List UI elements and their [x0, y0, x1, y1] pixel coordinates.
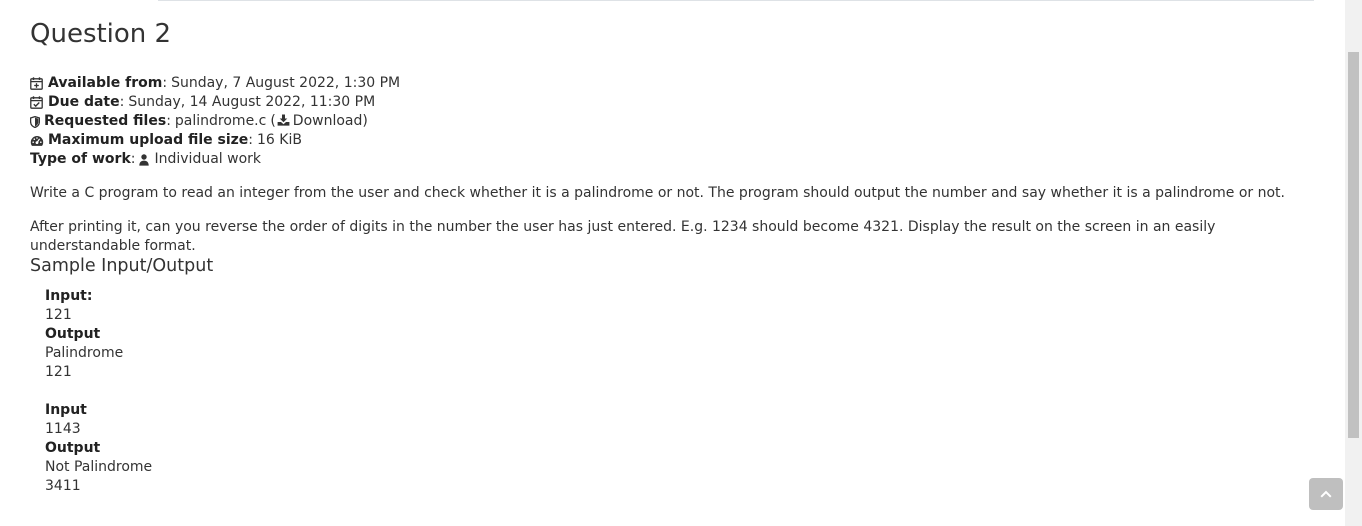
input-value: 1143: [45, 421, 81, 437]
page: Question 2 Available from: Sunday, 7 Aug…: [0, 0, 1362, 526]
tab-strip: [0, 0, 1314, 2]
description-paragraph: Write a C program to read an integer fro…: [30, 185, 1285, 201]
available-from-label: Available from: [48, 75, 163, 91]
calendar-plus-icon: [30, 77, 45, 91]
user-icon: [139, 153, 150, 167]
requested-files-label: Requested files: [44, 113, 167, 129]
available-from-value: Sunday, 7 August 2022, 1:30 PM: [171, 75, 401, 91]
output-line: 3411: [45, 478, 81, 494]
due-date-row: Due date: Sunday, 14 August 2022, 11:30 …: [30, 93, 1314, 112]
max-upload-value: 16 KiB: [257, 132, 302, 148]
calendar-check-icon: [30, 96, 45, 110]
label-colon: :: [130, 151, 136, 167]
type-of-work-value: Individual work: [154, 151, 261, 167]
output-line: 121: [45, 364, 72, 380]
assignment-description: Write a C program to read an integer fro…: [30, 184, 1314, 496]
close-paren: ): [362, 113, 368, 129]
available-from-row: Available from: Sunday, 7 August 2022, 1…: [30, 74, 1314, 93]
label-colon: :: [119, 94, 125, 110]
output-label: Output: [45, 326, 101, 342]
type-of-work-row: Type of work: Individual work: [30, 150, 1314, 169]
download-label: Download: [292, 113, 363, 129]
type-of-work-label: Type of work: [30, 151, 131, 167]
chevron-up-icon: [1320, 490, 1332, 498]
assignment-dates: Available from: Sunday, 7 August 2022, 1…: [30, 74, 1314, 169]
back-to-top-button[interactable]: [1309, 478, 1343, 510]
vertical-scrollbar[interactable]: [1345, 0, 1362, 526]
page-title: Question 2: [30, 19, 172, 49]
scrollbar-thumb[interactable]: [1348, 52, 1359, 438]
requested-file-name: palindrome.c: [174, 113, 267, 129]
active-tab-edge: [30, 0, 158, 1]
max-upload-row: Maximum upload file size: 16 KiB: [30, 131, 1314, 150]
shield-icon: [30, 115, 41, 129]
output-line: Palindrome: [45, 345, 124, 361]
tab-border: [158, 0, 1314, 1]
requested-files-row: Requested files: palindrome.c (Download): [30, 112, 1314, 131]
label-colon: :: [248, 132, 254, 148]
output-line: Not Palindrome: [45, 459, 153, 475]
input-value: 121: [45, 307, 72, 323]
due-date-label: Due date: [48, 94, 120, 110]
dashboard-icon: [30, 134, 45, 148]
main-content: Question 2 Available from: Sunday, 7 Aug…: [30, 14, 1314, 496]
sample-io-list: Input: 121 Output Palindrome 121 Input 1…: [45, 287, 1314, 496]
max-upload-label: Maximum upload file size: [48, 132, 249, 148]
due-date-value: Sunday, 14 August 2022, 11:30 PM: [128, 94, 376, 110]
download-icon: [277, 114, 291, 127]
input-label: Input: [45, 402, 87, 418]
label-colon: :: [162, 75, 168, 91]
sample-block: Input: 121 Output Palindrome 121: [45, 287, 1314, 382]
sample-io-heading: Sample Input/Output: [30, 256, 214, 276]
output-label: Output: [45, 440, 101, 456]
input-label: Input:: [45, 288, 93, 304]
download-link[interactable]: Download: [276, 112, 363, 131]
label-colon: :: [166, 113, 171, 129]
sample-block: Input 1143 Output Not Palindrome 3411: [45, 401, 1314, 496]
description-paragraph: After printing it, can you reverse the o…: [30, 219, 1216, 254]
